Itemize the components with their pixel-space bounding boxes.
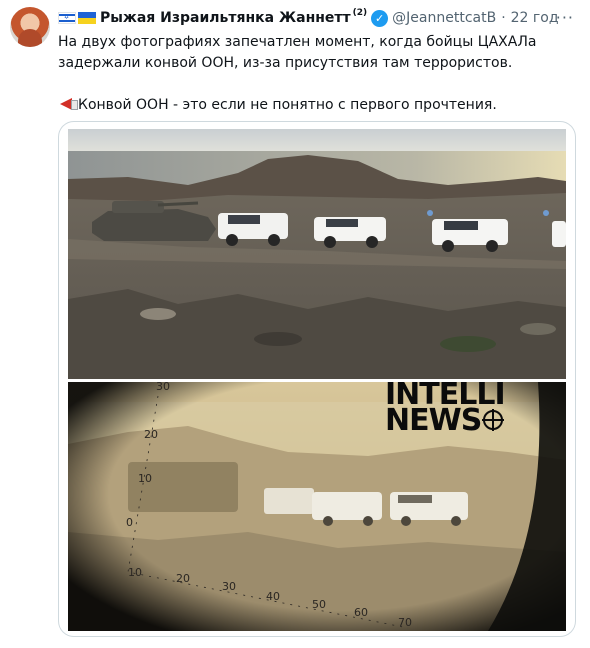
avatar[interactable] bbox=[10, 7, 50, 47]
scale-label: 20 bbox=[144, 428, 158, 441]
more-icon[interactable]: ··· bbox=[556, 8, 574, 27]
crosshair-icon bbox=[482, 409, 505, 431]
separator-dot: · bbox=[501, 10, 506, 26]
intellinews-watermark: INTELLI NEWS bbox=[385, 382, 506, 438]
tweet-text: На двух фотографиях запечатлен момент, к… bbox=[58, 32, 578, 116]
photo-convoy-image bbox=[68, 129, 566, 379]
scale-label: 10 bbox=[128, 566, 142, 579]
megaphone-icon bbox=[58, 97, 78, 111]
tweet-timestamp[interactable]: 22 год bbox=[511, 10, 559, 26]
tweet-text-line: задержали конвой ООН, из-за присутствия … bbox=[58, 55, 513, 71]
scale-label: 10 bbox=[138, 472, 152, 485]
tweet-text-line: На двух фотографиях запечатлен момент, к… bbox=[58, 34, 537, 50]
scale-label: 70 bbox=[398, 616, 412, 629]
scale-label: 30 bbox=[156, 382, 170, 393]
tweet-header: ✡ Рыжая Израильтянка Жаннетт (2) ✓ @Jean… bbox=[58, 8, 559, 28]
tweet[interactable]: ✡ Рыжая Израильтянка Жаннетт (2) ✓ @Jean… bbox=[0, 0, 590, 648]
scale-label: 40 bbox=[266, 590, 280, 603]
verified-badge-icon[interactable]: ✓ bbox=[371, 9, 389, 27]
author-name-superscript: (2) bbox=[352, 8, 368, 18]
tweet-text-line: Конвой ООН - это если не понятно с перво… bbox=[58, 95, 578, 116]
scale-label: 0 bbox=[126, 516, 133, 529]
tweet-media[interactable]: 30 20 10 0 10 20 30 40 50 60 70 INTELLI … bbox=[58, 121, 576, 637]
scale-label: 30 bbox=[222, 580, 236, 593]
ukraine-flag-icon bbox=[78, 12, 96, 24]
author-handle[interactable]: @JeannettcatB bbox=[392, 10, 496, 26]
author-name[interactable]: Рыжая Израильтянка Жаннетт bbox=[100, 10, 351, 26]
scale-label: 20 bbox=[176, 572, 190, 585]
israel-flag-icon: ✡ bbox=[58, 12, 76, 24]
photo-binoculars[interactable]: 30 20 10 0 10 20 30 40 50 60 70 INTELLI … bbox=[68, 382, 566, 631]
photo-convoy[interactable] bbox=[68, 129, 566, 379]
scale-label: 60 bbox=[354, 606, 368, 619]
